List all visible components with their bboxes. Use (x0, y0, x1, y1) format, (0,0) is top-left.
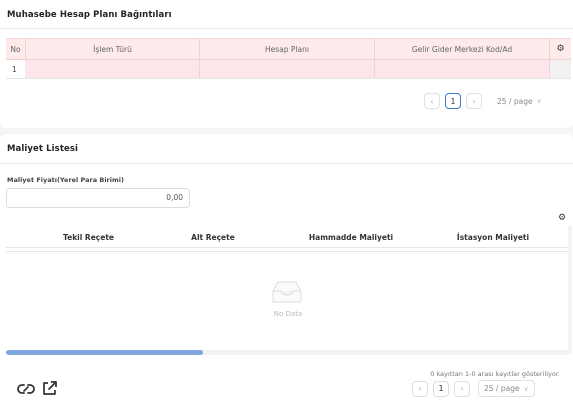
empty-state-text: No Data (273, 310, 303, 318)
cost-price-input[interactable]: 0,00 (6, 188, 190, 208)
account-plan-cell[interactable] (200, 60, 375, 78)
next-page-button[interactable]: › (454, 380, 470, 397)
transaction-type-cell[interactable] (26, 60, 200, 78)
next-page-button[interactable]: › (466, 93, 482, 109)
vertical-scrollbar[interactable] (568, 226, 572, 354)
pagination: ‹ 1 › 25 / page ∨ (412, 380, 535, 397)
divider (0, 163, 573, 164)
table-header: No İşlem Türü Hesap Planı Gelir Gider Me… (6, 38, 571, 60)
divider (6, 251, 570, 252)
chevron-right-icon: › (472, 96, 476, 106)
horizontal-scrollbar-thumb[interactable] (6, 350, 203, 355)
cost-table-header: Tekil Reçete Alt Reçete Hammadde Maliyet… (6, 226, 570, 248)
prev-page-button[interactable]: ‹ (424, 93, 440, 109)
row-number: 1 (6, 60, 26, 78)
column-header-cost-center[interactable]: Gelir Gider Merkezi Kod/Ad (375, 39, 550, 59)
cost-list-card: Maliyet Listesi Maliyet Fiyatı(Yerel Par… (0, 134, 573, 409)
column-header-account-plan[interactable]: Hesap Planı (200, 39, 375, 59)
row-action-cell (550, 60, 571, 78)
section-title: Muhasebe Hesap Planı Bağıntıları (7, 10, 172, 20)
gear-icon[interactable]: ⚙ (558, 213, 566, 223)
empty-inbox-icon (272, 281, 302, 303)
link-icon[interactable] (17, 381, 35, 397)
page-size-select[interactable]: 25 / page ∨ (478, 380, 535, 397)
page: Muhasebe Hesap Planı Bağıntıları No İşle… (0, 0, 573, 409)
pagination: ‹ 1 › 25 / page ∨ (424, 93, 542, 109)
chevron-down-icon: ∨ (536, 97, 542, 105)
column-header-station-cost[interactable]: İstasyon Maliyeti (418, 226, 568, 248)
gear-icon: ⚙ (556, 44, 565, 54)
column-header-no[interactable]: No (6, 39, 26, 59)
external-link-icon[interactable] (41, 380, 58, 397)
column-header-transaction-type[interactable]: İşlem Türü (26, 39, 200, 59)
table-settings-button[interactable]: ⚙ (550, 39, 571, 59)
page-size-value: 25 / page (497, 96, 533, 106)
chevron-down-icon: ∨ (523, 384, 529, 393)
chevron-left-icon: ‹ (418, 384, 422, 393)
column-header-sub-recipe[interactable]: Alt Reçete (136, 226, 290, 248)
page-size-select[interactable]: 25 / page ∨ (497, 97, 542, 106)
column-header-raw-material-cost[interactable]: Hammadde Maliyeti (276, 226, 426, 248)
chevron-left-icon: ‹ (430, 96, 434, 106)
page-1-button[interactable]: 1 (433, 380, 449, 397)
record-info: 0 kayıttan 1-0 arası kayıtlar gösteriliy… (430, 370, 560, 378)
page-1-button[interactable]: 1 (445, 93, 461, 109)
cost-price-label: Maliyet Fiyatı(Yerel Para Birimi) (7, 176, 124, 184)
divider (0, 28, 573, 29)
page-size-value: 25 / page (484, 384, 520, 393)
cost-center-cell[interactable] (375, 60, 550, 78)
section-title: Maliyet Listesi (7, 144, 79, 154)
accounting-plan-card: Muhasebe Hesap Planı Bağıntıları No İşle… (0, 0, 573, 128)
prev-page-button[interactable]: ‹ (412, 380, 428, 397)
table-row[interactable]: 1 (6, 60, 571, 79)
chevron-right-icon: › (460, 384, 464, 393)
